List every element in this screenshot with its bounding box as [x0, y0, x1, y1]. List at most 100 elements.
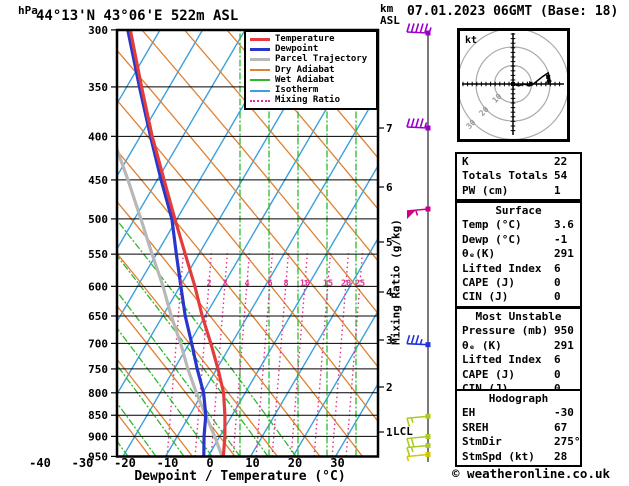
surface-label: Lifted Index: [462, 261, 542, 275]
hodograph-stats-header: Hodograph: [488, 392, 549, 405]
km-tick-label: 2: [386, 381, 393, 394]
most-unstable-row: CAPE (J) 0: [457, 368, 580, 382]
km-tick-label: 6: [386, 181, 393, 194]
most-unstable-header: Most Unstable: [475, 310, 562, 323]
temperature-tick-label: -30: [72, 456, 94, 470]
hodograph-stats-value: 275°: [554, 435, 581, 449]
surface-value: 291: [554, 247, 574, 261]
temperature-axis-label: Dewpoint / Temperature (°C): [134, 469, 346, 484]
surface-label: θₑ(K): [462, 247, 496, 261]
wind-barb: [406, 118, 431, 131]
pressure-tick-label: 400: [88, 130, 108, 143]
km-tick-label: 7: [386, 122, 393, 135]
mixing-ratio-label: 15: [323, 279, 333, 289]
most-unstable-row: θₑ (K) 291: [457, 339, 580, 353]
hodograph-ring-label: 30: [464, 118, 477, 131]
legend-swatch-dry-adiabat: [250, 69, 270, 72]
indices-row: PW (cm) 1: [457, 184, 580, 198]
surface-value: 0: [554, 290, 561, 304]
most-unstable-label: Pressure (mb): [462, 324, 549, 338]
legend-label: Wet Adiabat: [275, 74, 335, 85]
km-tick-label: 1: [386, 426, 393, 439]
most-unstable-value: 0: [554, 367, 561, 381]
legend-swatch-mixing-ratio: [250, 99, 270, 102]
legend-swatch-wet-adiabat: [250, 79, 270, 82]
legend-label: Parcel Trajectory: [275, 54, 368, 65]
legend-item: Dry Adiabat: [250, 65, 376, 75]
surface-label: Dewp (°C): [462, 232, 522, 246]
pressure-tick-label: 900: [88, 430, 108, 443]
copyright: © weatheronline.co.uk: [452, 466, 611, 481]
most-unstable-label: Lifted Index: [462, 353, 542, 367]
surface-value: 0: [554, 275, 561, 289]
hodograph-stats-row: EH -30: [457, 406, 580, 420]
legend-swatch-dewpoint: [250, 47, 270, 51]
mixing-ratio-label: 25: [355, 279, 365, 289]
surface-header: Surface: [495, 204, 542, 217]
indices-table: K 22 Totals Totals 54 PW (cm) 1: [455, 152, 582, 202]
surface-row: Lifted Index 6: [457, 262, 580, 276]
indices-value: 54: [554, 169, 568, 183]
surface-label: CIN (J): [462, 290, 509, 304]
temperature-tick-label: -40: [29, 456, 51, 470]
hodograph-stats-value: -30: [554, 406, 574, 420]
surface-row: CAPE (J) 0: [457, 276, 580, 290]
hodograph-table: Hodograph EH -30 SREH 67 StmDir 275° StmSpd (kt…: [455, 389, 582, 467]
surface-row: Dewp (°C) -1: [457, 233, 580, 247]
temperature-tick-label: -10: [157, 456, 179, 470]
hodograph: 102030 kt: [457, 28, 570, 142]
pressure-tick-label: 800: [88, 387, 108, 400]
hodograph-stats-row: StmSpd (kt) 28: [457, 450, 580, 464]
legend-item: Wet Adiabat: [250, 75, 376, 85]
mixing-ratio-label: 10: [300, 279, 310, 289]
hodograph-stats-label: StmDir: [462, 435, 502, 449]
indices-value: 22: [554, 155, 568, 168]
mixing-ratio-label: 8: [283, 279, 288, 289]
pressure-tick-label: 850: [88, 409, 108, 422]
legend-item: Mixing Ratio: [250, 96, 376, 106]
hodograph-stats-value: 67: [554, 420, 568, 434]
surface-row: θₑ(K) 291: [457, 247, 580, 261]
indices-value: 1: [554, 183, 561, 197]
legend-label: Temperature: [275, 33, 335, 44]
pressure-tick-label: 750: [88, 363, 108, 376]
wind-barb: [406, 23, 432, 36]
most-unstable-value: 6: [554, 353, 561, 367]
most-unstable-label: CAPE (J): [462, 367, 515, 381]
mixing-ratio-label: 4: [244, 279, 249, 289]
hodograph-ring-label: 10: [491, 92, 504, 105]
legend-swatch-parcel-trajectory: [250, 58, 270, 62]
pressure-tick-label: 700: [88, 337, 108, 350]
temperature-tick-label: 10: [245, 456, 259, 470]
surface-value: 3.6: [554, 218, 574, 232]
surface-label: Temp (°C): [462, 218, 522, 232]
hodograph-stats-value: 28: [554, 449, 568, 463]
most-unstable-row: Lifted Index 6: [457, 353, 580, 367]
hodograph-stats-label: SREH: [462, 420, 489, 434]
wind-barb: [406, 206, 431, 219]
most-unstable-value: 291: [554, 338, 574, 352]
hodograph-stats-row: SREH 67: [457, 421, 580, 435]
legend-item: Temperature: [250, 34, 376, 44]
most-unstable-table: Most Unstable Pressure (mb) 950 θₑ (K) 291 Li…: [455, 307, 582, 400]
indices-label: K: [462, 155, 469, 168]
surface-value: -1: [554, 232, 568, 246]
indices-row: K 22: [457, 155, 580, 169]
legend-item: Parcel Trajectory: [250, 55, 376, 65]
hodograph-stats-label: EH: [462, 406, 476, 420]
wind-barb: [406, 452, 431, 462]
indices-row: Totals Totals 54: [457, 169, 580, 183]
temperature-tick-label: 0: [206, 456, 213, 470]
pressure-tick-label: 600: [88, 280, 108, 293]
pressure-tick-label: 650: [88, 310, 108, 323]
legend-label: Mixing Ratio: [275, 95, 341, 106]
wind-barb-column: [406, 23, 432, 462]
hodograph-ring-label: 20: [477, 105, 490, 118]
pressure-tick-label: 450: [88, 174, 108, 187]
temperature-tick-label: 30: [330, 456, 344, 470]
most-unstable-value: 950: [554, 324, 574, 338]
temperature-tick-label: 20: [288, 456, 302, 470]
chart-legend: Temperature Dewpoint Parcel Trajectory Dry …: [244, 30, 378, 111]
most-unstable-row: Pressure (mb) 950: [457, 324, 580, 338]
pressure-tick-label: 300: [88, 24, 108, 37]
